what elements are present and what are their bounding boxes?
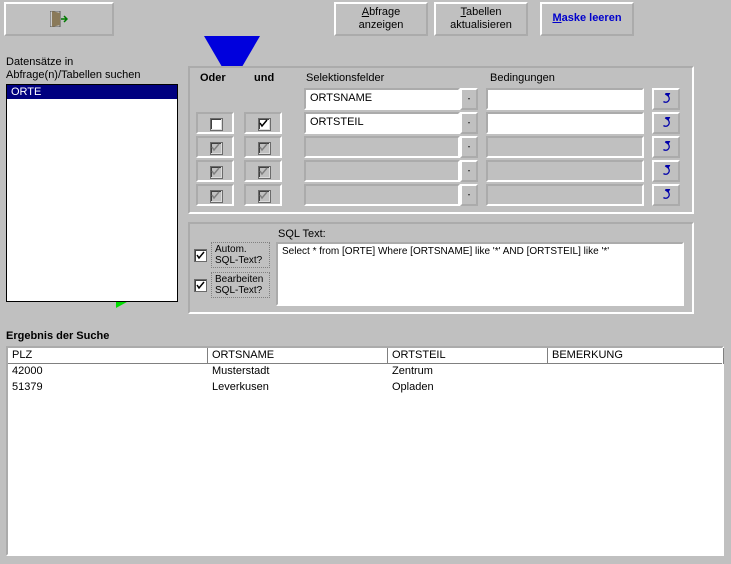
result-panel: Ergebnis der Suche PLZ ORTSNAME ORTSTEIL… bbox=[6, 330, 724, 558]
col-bemerkung[interactable]: BEMERKUNG bbox=[548, 348, 724, 364]
condition-input bbox=[486, 136, 644, 158]
show-query-button[interactable]: Abfrageanzeigen bbox=[334, 2, 428, 36]
field-combo[interactable]: ORTSTEIL bbox=[304, 112, 478, 134]
cell: Opladen bbox=[388, 380, 548, 396]
dropdown-button bbox=[460, 184, 478, 206]
cell bbox=[548, 380, 724, 396]
dropdown-button[interactable] bbox=[460, 88, 478, 110]
cell: Zentrum bbox=[388, 364, 548, 380]
condition-input[interactable] bbox=[486, 112, 644, 134]
check-icon bbox=[196, 281, 205, 290]
condition-input bbox=[486, 184, 644, 206]
field-combo[interactable]: ORTSNAME bbox=[304, 88, 478, 110]
refresh-tables-label: Tabellenaktualisieren bbox=[450, 6, 512, 31]
criteria-row bbox=[196, 184, 686, 208]
tables-listbox[interactable]: ORTE bbox=[6, 84, 178, 302]
criteria-row: ORTSNAME bbox=[196, 88, 686, 112]
criteria-row bbox=[196, 136, 686, 160]
col-ortsteil[interactable]: ORTSTEIL bbox=[388, 348, 548, 364]
list-item[interactable]: ORTE bbox=[7, 85, 177, 99]
clear-mask-button[interactable]: Maske leeren bbox=[540, 2, 634, 36]
result-header: PLZ ORTSNAME ORTSTEIL BEMERKUNG bbox=[8, 348, 722, 364]
oder-checkbox[interactable] bbox=[196, 112, 234, 134]
edit-sql-label: Bearbeiten SQL-Text? bbox=[211, 272, 270, 298]
und-checkbox bbox=[244, 160, 282, 182]
exit-button[interactable] bbox=[4, 2, 114, 36]
clear-mask-label: Maske leeren bbox=[552, 12, 621, 24]
show-query-label: Abfrageanzeigen bbox=[359, 6, 404, 31]
cell: Musterstadt bbox=[208, 364, 388, 380]
undo-button[interactable] bbox=[652, 184, 680, 206]
table-row[interactable]: 51379 Leverkusen Opladen bbox=[8, 380, 722, 396]
condition-input bbox=[486, 160, 644, 182]
undo-button[interactable] bbox=[652, 136, 680, 158]
cell: 42000 bbox=[8, 364, 208, 380]
und-checkbox[interactable] bbox=[244, 112, 282, 134]
toolbar: Abfrageanzeigen Tabellenaktualisieren Ma… bbox=[0, 0, 731, 38]
und-checkbox bbox=[244, 184, 282, 206]
field-value bbox=[304, 184, 460, 206]
field-value: ORTSNAME bbox=[304, 88, 460, 110]
sql-panel: Autom. SQL-Text? Bearbeiten SQL-Text? SQ… bbox=[188, 222, 694, 314]
field-value: ORTSTEIL bbox=[304, 112, 460, 134]
result-title: Ergebnis der Suche bbox=[6, 330, 724, 342]
refresh-tables-button[interactable]: Tabellenaktualisieren bbox=[434, 2, 528, 36]
auto-sql-label: Autom. SQL-Text? bbox=[211, 242, 270, 268]
dropdown-button bbox=[460, 160, 478, 182]
result-grid[interactable]: PLZ ORTSNAME ORTSTEIL BEMERKUNG 42000 Mu… bbox=[6, 346, 724, 556]
auto-sql-checkbox[interactable] bbox=[194, 249, 207, 262]
sql-title: SQL Text: bbox=[278, 228, 326, 240]
header-conditions: Bedingungen bbox=[490, 72, 555, 84]
cell: 51379 bbox=[8, 380, 208, 396]
field-value bbox=[304, 160, 460, 182]
cell bbox=[548, 364, 724, 380]
condition-input[interactable] bbox=[486, 88, 644, 110]
dropdown-button bbox=[460, 136, 478, 158]
field-combo bbox=[304, 136, 478, 158]
undo-button[interactable] bbox=[652, 160, 680, 182]
exit-icon bbox=[50, 11, 68, 27]
col-ortsname[interactable]: ORTSNAME bbox=[208, 348, 388, 364]
und-checkbox bbox=[244, 136, 282, 158]
undo-button[interactable] bbox=[652, 112, 680, 134]
criteria-row: ORTSTEIL bbox=[196, 112, 686, 136]
table-row[interactable]: 42000 Musterstadt Zentrum bbox=[8, 364, 722, 380]
header-oder: Oder bbox=[200, 72, 226, 84]
tables-panel: Datensätze in Abfrage(n)/Tabellen suchen… bbox=[6, 56, 178, 302]
oder-checkbox bbox=[196, 136, 234, 158]
tables-label: Datensätze in Abfrage(n)/Tabellen suchen bbox=[6, 56, 178, 82]
field-value bbox=[304, 136, 460, 158]
oder-checkbox bbox=[196, 160, 234, 182]
dropdown-button[interactable] bbox=[460, 112, 478, 134]
edit-sql-checkbox[interactable] bbox=[194, 279, 207, 292]
criteria-panel: Oder und Selektionsfelder Bedingungen OR… bbox=[188, 66, 694, 214]
sql-textarea[interactable]: Select * from [ORTE] Where [ORTSNAME] li… bbox=[276, 242, 684, 306]
cell: Leverkusen bbox=[208, 380, 388, 396]
oder-checkbox bbox=[196, 184, 234, 206]
col-plz[interactable]: PLZ bbox=[8, 348, 208, 364]
check-icon bbox=[196, 251, 205, 260]
field-combo bbox=[304, 184, 478, 206]
criteria-row bbox=[196, 160, 686, 184]
undo-button[interactable] bbox=[652, 88, 680, 110]
header-fields: Selektionsfelder bbox=[306, 72, 384, 84]
header-und: und bbox=[254, 72, 274, 84]
field-combo bbox=[304, 160, 478, 182]
